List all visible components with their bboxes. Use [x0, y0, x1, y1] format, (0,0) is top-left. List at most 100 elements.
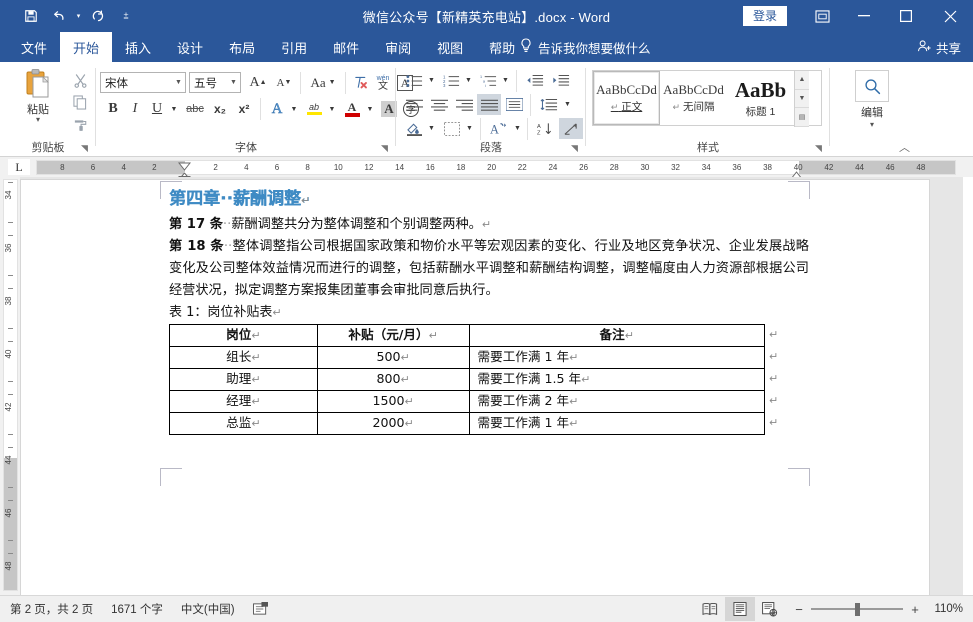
align-center-icon[interactable]	[427, 94, 451, 115]
line-spacing-dropdown-icon[interactable]: ▼	[562, 94, 573, 115]
borders-dropdown-icon[interactable]: ▼	[464, 118, 475, 139]
tab-references[interactable]: 引用	[268, 32, 320, 62]
redo-icon[interactable]	[85, 4, 111, 28]
collapse-ribbon-icon[interactable]: ︿	[899, 139, 910, 155]
tab-review[interactable]: 审阅	[372, 32, 424, 62]
tab-mailings[interactable]: 邮件	[320, 32, 372, 62]
tab-design[interactable]: 设计	[164, 32, 216, 62]
align-left-icon[interactable]	[402, 94, 426, 115]
shading-icon[interactable]	[402, 118, 426, 139]
vertical-ruler[interactable]: 3436384042444648	[0, 177, 20, 595]
show-formatting-marks-icon[interactable]: A	[486, 118, 512, 139]
underline-button[interactable]: U	[146, 98, 168, 120]
document-text-body[interactable]: 第四章··薪酬调整↵ 第 17 条··薪酬调整共分为整体调整和个别调整两种。↵ …	[169, 186, 809, 435]
clear-formatting-icon[interactable]	[350, 72, 372, 93]
bold-button[interactable]: B	[102, 98, 124, 120]
maximize-icon[interactable]	[885, 0, 927, 32]
ribbon-display-options-icon[interactable]	[801, 0, 843, 32]
font-dialog-launcher[interactable]: ◥	[381, 143, 392, 154]
customize-quick-access-icon[interactable]: ⩲	[113, 4, 139, 28]
change-case-icon[interactable]: Aa▼	[306, 72, 340, 93]
superscript-button[interactable]: x²	[232, 98, 256, 120]
editing-dropdown-icon[interactable]: ▾	[870, 122, 874, 128]
editing-button[interactable]: 编辑 ▾	[846, 70, 898, 132]
styles-more-icon[interactable]: ▤	[795, 108, 809, 127]
style-item-heading1[interactable]: AaBb 标题 1	[727, 71, 794, 125]
allowance-table[interactable]: 岗位↵ 补贴（元/月）↵ 备注↵ 组长↵ 500↵ 需要工作满 1 年↵ 助理↵…	[169, 324, 765, 435]
multilevel-list-icon[interactable]: 1ai	[476, 70, 500, 91]
clipboard-dialog-launcher[interactable]: ◥	[81, 143, 92, 154]
borders-icon[interactable]	[440, 118, 464, 139]
numbered-list-dropdown-icon[interactable]: ▼	[463, 70, 474, 91]
copy-icon[interactable]	[68, 92, 92, 113]
proofing-errors-icon[interactable]	[253, 602, 269, 616]
paste-dropdown-icon[interactable]: ▾	[36, 117, 40, 123]
word-count[interactable]: 1671 个字	[111, 601, 163, 617]
format-painter-icon[interactable]	[68, 114, 92, 135]
justify-icon[interactable]	[477, 94, 501, 115]
font-name-combobox[interactable]: 宋体 ▼	[100, 72, 186, 93]
undo-icon[interactable]	[46, 4, 72, 28]
tab-view[interactable]: 视图	[424, 32, 476, 62]
zoom-in-button[interactable]: +	[909, 602, 921, 617]
tab-layout[interactable]: 布局	[216, 32, 268, 62]
style-item-no-spacing[interactable]: AaBbCcDd ↵ 无间隔	[660, 71, 727, 125]
text-effects-icon[interactable]: A	[266, 98, 288, 120]
sort-icon[interactable]: AZ	[533, 118, 557, 139]
tab-insert[interactable]: 插入	[112, 32, 164, 62]
underline-dropdown-icon[interactable]: ▼	[168, 98, 180, 120]
minimize-icon[interactable]	[843, 0, 885, 32]
save-icon[interactable]	[18, 4, 44, 28]
grow-font-icon[interactable]: A▲	[246, 72, 270, 93]
tab-home[interactable]: 开始	[60, 32, 112, 62]
document-page[interactable]: 第四章··薪酬调整↵ 第 17 条··薪酬调整共分为整体调整和个别调整两种。↵ …	[20, 179, 930, 595]
text-highlight-icon[interactable]: ab	[302, 98, 326, 120]
bullet-list-dropdown-icon[interactable]: ▼	[426, 70, 437, 91]
font-color-dropdown-icon[interactable]: ▼	[364, 98, 376, 120]
line-spacing-icon[interactable]	[536, 94, 562, 115]
share-button[interactable]: 共享	[917, 32, 961, 62]
zoom-slider-thumb[interactable]	[855, 603, 860, 616]
numbered-list-icon[interactable]: 123	[439, 70, 463, 91]
paste-button[interactable]: 粘贴 ▾	[12, 68, 64, 132]
styles-dialog-launcher[interactable]: ◥	[815, 143, 826, 154]
align-right-icon[interactable]	[452, 94, 476, 115]
web-layout-icon[interactable]	[755, 597, 785, 621]
print-layout-icon[interactable]	[725, 597, 755, 621]
tell-me-box[interactable]: 告诉我你想要做什么	[520, 32, 651, 62]
language-indicator[interactable]: 中文(中国)	[181, 601, 235, 617]
paragraph-dialog-launcher[interactable]: ◥	[571, 143, 582, 154]
read-mode-icon[interactable]	[695, 597, 725, 621]
font-name-dropdown-icon[interactable]: ▼	[172, 79, 185, 86]
close-icon[interactable]	[927, 0, 973, 32]
show-marks-dropdown-icon[interactable]: ▼	[512, 118, 523, 139]
italic-button[interactable]: I	[124, 98, 146, 120]
increase-indent-icon[interactable]	[548, 70, 574, 91]
document-canvas[interactable]: 第四章··薪酬调整↵ 第 17 条··薪酬调整共分为整体调整和个别调整两种。↵ …	[20, 177, 963, 595]
page-indicator[interactable]: 第 2 页，共 2 页	[10, 601, 93, 617]
paragraph-mark-toggle-icon[interactable]	[559, 118, 583, 139]
zoom-out-button[interactable]: −	[793, 602, 805, 617]
sign-in-button[interactable]: 登录	[743, 6, 787, 26]
subscript-button[interactable]: x₂	[208, 98, 232, 120]
styles-gallery-scroll[interactable]: ▲ ▼ ▤	[794, 71, 809, 127]
text-effects-dropdown-icon[interactable]: ▼	[288, 98, 300, 120]
bullet-list-icon[interactable]	[402, 70, 426, 91]
font-size-dropdown-icon[interactable]: ▼	[227, 79, 240, 86]
multilevel-list-dropdown-icon[interactable]: ▼	[500, 70, 511, 91]
tab-file[interactable]: 文件	[8, 32, 60, 62]
tab-stop-selector[interactable]: L	[8, 159, 30, 175]
styles-scroll-down-icon[interactable]: ▼	[795, 90, 809, 109]
style-item-normal[interactable]: AaBbCcDd ↵ 正文	[593, 71, 660, 125]
vertical-ruler-track[interactable]: 3436384042444648	[3, 179, 18, 591]
cut-icon[interactable]	[68, 70, 92, 91]
zoom-slider[interactable]	[811, 602, 903, 616]
zoom-level-label[interactable]: 110%	[927, 603, 963, 615]
strikethrough-button[interactable]: abc	[182, 98, 208, 120]
distributed-icon[interactable]	[502, 94, 526, 115]
shading-dropdown-icon[interactable]: ▼	[426, 118, 437, 139]
phonetic-guide-icon[interactable]: wén文	[372, 72, 394, 93]
horizontal-ruler-track[interactable]: 8642246810121416182022242628303234363840…	[36, 160, 956, 175]
shrink-font-icon[interactable]: A▼	[272, 72, 296, 93]
zoom-control[interactable]: − + 110%	[793, 602, 963, 617]
